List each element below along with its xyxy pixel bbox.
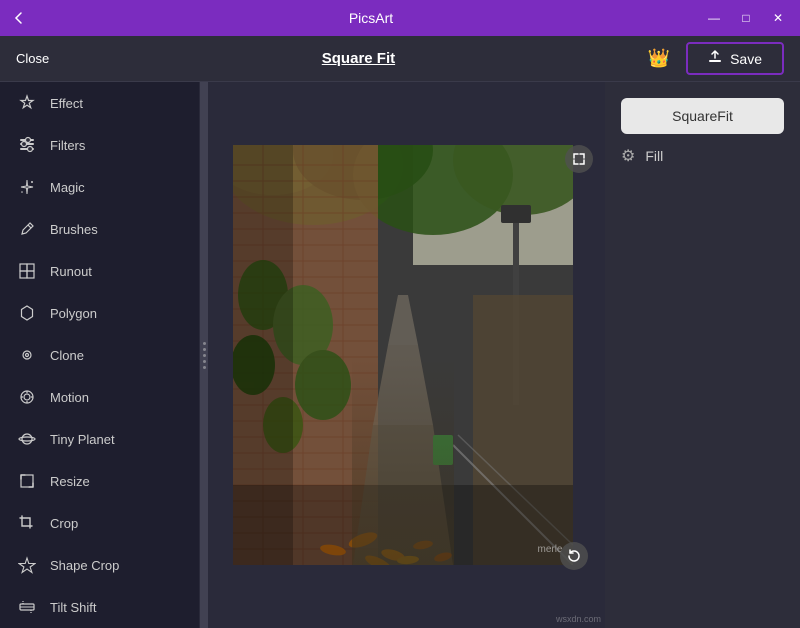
upload-icon bbox=[708, 50, 722, 67]
sidebar-item-tilt-shift[interactable]: Tilt Shift bbox=[0, 586, 199, 628]
crop-icon bbox=[16, 512, 38, 534]
brushes-icon bbox=[16, 218, 38, 240]
sidebar: Effect Filters Magic Brushes Runout Polygon Cl… bbox=[0, 82, 200, 628]
canvas-image bbox=[233, 145, 573, 565]
maximize-button[interactable]: □ bbox=[736, 11, 756, 25]
sidebar-item-magic[interactable]: Magic bbox=[0, 166, 199, 208]
title-bar: PicsArt — □ ✕ bbox=[0, 0, 800, 36]
close-window-button[interactable]: ✕ bbox=[768, 11, 788, 25]
toolbar: Close Square Fit 👑 Save bbox=[0, 36, 800, 82]
image-canvas: merle bbox=[233, 145, 573, 565]
fill-label: Fill bbox=[645, 148, 663, 164]
polygon-icon bbox=[16, 302, 38, 324]
watermark-text: merle bbox=[537, 544, 562, 555]
sidebar-item-crop[interactable]: Crop bbox=[0, 502, 199, 544]
filters-label: Filters bbox=[50, 138, 85, 153]
clone-icon bbox=[16, 344, 38, 366]
main-content: Effect Filters Magic Brushes Runout Polygon Cl… bbox=[0, 82, 800, 628]
motion-label: Motion bbox=[50, 390, 89, 405]
filters-icon bbox=[16, 134, 38, 156]
canvas-area: merle wsxdn.com bbox=[200, 82, 605, 628]
polygon-label: Polygon bbox=[50, 306, 97, 321]
tiny-planet-icon bbox=[16, 428, 38, 450]
runout-label: Runout bbox=[50, 264, 92, 279]
resize-label: Resize bbox=[50, 474, 90, 489]
clone-label: Clone bbox=[50, 348, 84, 363]
tiny-planet-label: Tiny Planet bbox=[50, 432, 115, 447]
site-watermark: wsxdn.com bbox=[556, 614, 601, 624]
close-button[interactable]: Close bbox=[16, 51, 49, 66]
sidebar-item-runout[interactable]: Runout bbox=[0, 250, 199, 292]
magic-icon bbox=[16, 176, 38, 198]
sidebar-item-clone[interactable]: Clone bbox=[0, 334, 199, 376]
sidebar-item-shape-crop[interactable]: Shape Crop bbox=[0, 544, 199, 586]
tilt-shift-icon bbox=[16, 596, 38, 618]
toolbar-title: Square Fit bbox=[69, 50, 647, 67]
save-button[interactable]: Save bbox=[686, 42, 784, 75]
crown-icon: 👑 bbox=[648, 48, 670, 69]
right-panel: SquareFit ⚙ Fill bbox=[605, 82, 800, 628]
shape-crop-icon bbox=[16, 554, 38, 576]
drag-handle[interactable] bbox=[200, 82, 208, 628]
rotate-button[interactable] bbox=[560, 542, 588, 570]
sidebar-item-tiny-planet[interactable]: Tiny Planet bbox=[0, 418, 199, 460]
effect-label: Effect bbox=[50, 96, 83, 111]
fill-row: ⚙ Fill bbox=[621, 146, 784, 166]
app-title: PicsArt bbox=[38, 10, 704, 26]
crop-label: Crop bbox=[50, 516, 78, 531]
sidebar-item-resize[interactable]: Resize bbox=[0, 460, 199, 502]
resize-icon bbox=[16, 470, 38, 492]
motion-icon bbox=[16, 386, 38, 408]
save-label: Save bbox=[730, 51, 762, 67]
window-controls: — □ ✕ bbox=[704, 11, 788, 25]
brushes-label: Brushes bbox=[50, 222, 98, 237]
magic-label: Magic bbox=[50, 180, 85, 195]
sidebar-item-polygon[interactable]: Polygon bbox=[0, 292, 199, 334]
runout-icon bbox=[16, 260, 38, 282]
minimize-button[interactable]: — bbox=[704, 11, 724, 25]
shape-crop-label: Shape Crop bbox=[50, 558, 119, 573]
back-button[interactable] bbox=[12, 11, 26, 25]
expand-button[interactable] bbox=[565, 145, 593, 173]
tilt-shift-label: Tilt Shift bbox=[50, 600, 96, 615]
squarefit-option-button[interactable]: SquareFit bbox=[621, 98, 784, 134]
sidebar-item-effect[interactable]: Effect bbox=[0, 82, 199, 124]
sidebar-item-brushes[interactable]: Brushes bbox=[0, 208, 199, 250]
sidebar-item-filters[interactable]: Filters bbox=[0, 124, 199, 166]
effect-icon bbox=[16, 92, 38, 114]
settings-icon[interactable]: ⚙ bbox=[621, 146, 635, 166]
sidebar-item-motion[interactable]: Motion bbox=[0, 376, 199, 418]
